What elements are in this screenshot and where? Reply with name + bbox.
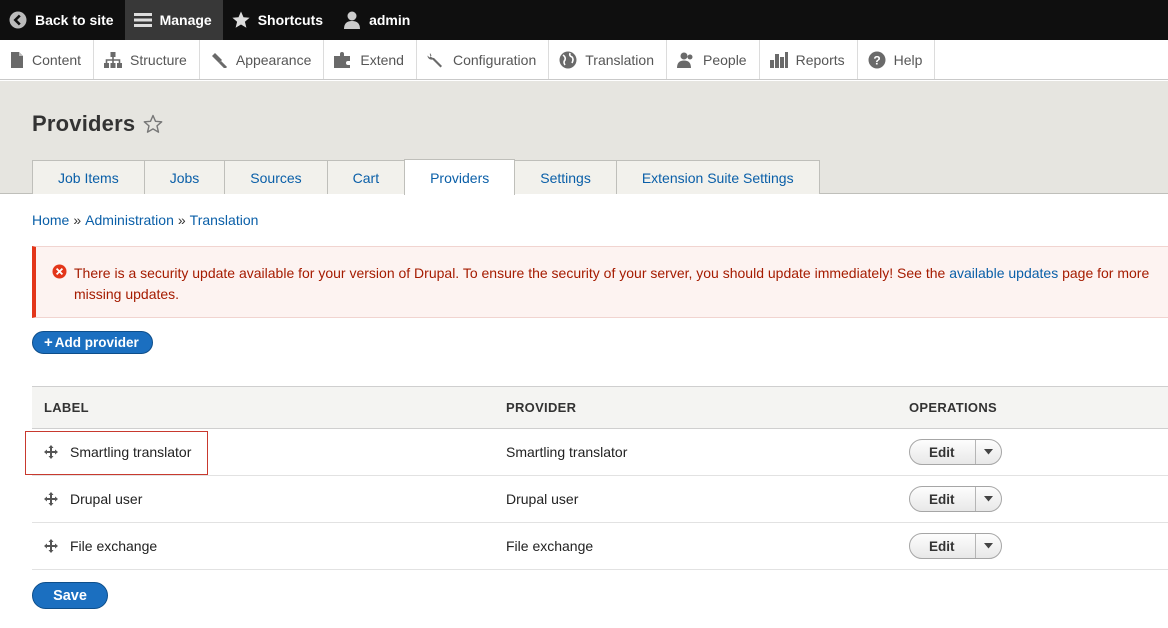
- plus-icon: +: [44, 334, 53, 351]
- operations-dropbutton: Edit: [909, 486, 1002, 512]
- tray-item-configuration[interactable]: Configuration: [417, 40, 550, 79]
- edit-button[interactable]: Edit: [910, 440, 976, 464]
- operations-toggle[interactable]: [976, 487, 1001, 511]
- tray-item-appearance[interactable]: Appearance: [200, 40, 325, 79]
- back-to-site-link[interactable]: Back to site: [0, 0, 125, 40]
- user-tab[interactable]: admin: [334, 0, 421, 40]
- admin-toolbar: Back to site Manage Shortcuts admin: [0, 0, 1168, 40]
- tray-label-extend: Extend: [360, 51, 404, 68]
- sitemap-icon: [104, 51, 123, 68]
- shortcuts-label: Shortcuts: [257, 12, 324, 28]
- breadcrumb-separator: »: [177, 212, 186, 228]
- tab-job-items[interactable]: Job Items: [32, 160, 145, 194]
- tab-cart[interactable]: Cart: [326, 160, 406, 194]
- shortcut-star-icon[interactable]: [143, 114, 163, 134]
- breadcrumb-separator: »: [73, 212, 82, 228]
- drag-handle-icon[interactable]: [44, 445, 58, 459]
- row-label: File exchange: [70, 538, 158, 554]
- add-provider-label: Add provider: [54, 335, 139, 350]
- page-header: Providers Job Items Jobs Sources Cart Pr…: [0, 81, 1168, 195]
- add-provider-button[interactable]: + Add provider: [32, 331, 153, 354]
- svg-text:?: ?: [873, 53, 880, 67]
- tray-label-translation: Translation: [585, 51, 654, 68]
- paintbrush-icon: [211, 52, 227, 68]
- tray-item-extend[interactable]: Extend: [324, 40, 417, 79]
- back-arrow-circle-icon: [9, 11, 27, 29]
- error-icon: [52, 264, 67, 279]
- available-updates-link[interactable]: available updates: [949, 265, 1058, 281]
- globe-icon: [559, 51, 577, 68]
- message-text: There is a security update available for…: [74, 263, 1168, 305]
- primary-tabs: Job Items Jobs Sources Cart Providers Se…: [32, 159, 820, 195]
- message-line-2: missing updates.: [74, 286, 180, 302]
- bar-chart-icon: [769, 51, 788, 68]
- table-row: Smartling translator Smartling translato…: [32, 429, 1168, 476]
- user-label: admin: [369, 12, 411, 28]
- shortcuts-tab[interactable]: Shortcuts: [223, 0, 334, 40]
- operations-toggle[interactable]: [976, 534, 1001, 558]
- caret-down-icon: [983, 449, 993, 455]
- tab-extension-suite-settings[interactable]: Extension Suite Settings: [615, 160, 820, 194]
- operations-dropbutton: Edit: [909, 533, 1002, 559]
- tab-settings[interactable]: Settings: [514, 160, 617, 194]
- tray-item-help[interactable]: ? Help: [858, 40, 936, 79]
- header-operations: OPERATIONS: [909, 400, 997, 415]
- row-provider: Drupal user: [506, 491, 579, 507]
- message-text-before: There is a security update available for…: [74, 265, 950, 281]
- row-label: Drupal user: [70, 491, 143, 507]
- header-provider: PROVIDER: [506, 400, 577, 415]
- tray-label-configuration: Configuration: [452, 51, 537, 68]
- edit-button[interactable]: Edit: [910, 487, 976, 511]
- row-provider: Smartling translator: [506, 444, 628, 460]
- tab-providers[interactable]: Providers: [404, 159, 516, 195]
- row-provider: File exchange: [506, 538, 594, 554]
- tray-label-people: People: [703, 51, 747, 68]
- caret-down-icon: [983, 543, 993, 549]
- drag-handle-icon[interactable]: [44, 539, 58, 553]
- breadcrumb-home[interactable]: Home: [32, 212, 69, 228]
- people-icon: [677, 52, 693, 68]
- tray-item-structure[interactable]: Structure: [94, 40, 200, 79]
- back-to-site-label: Back to site: [35, 12, 114, 28]
- help-icon: ?: [868, 51, 886, 68]
- tray-label-appearance: Appearance: [235, 51, 312, 68]
- admin-tray: Content Structure Appearance Extend Conf…: [0, 40, 1168, 80]
- tab-sources[interactable]: Sources: [224, 160, 328, 194]
- message-text-after: page for more: [1058, 265, 1150, 281]
- drag-handle-icon[interactable]: [44, 492, 58, 506]
- breadcrumb-administration[interactable]: Administration: [85, 212, 174, 228]
- tray-label-structure: Structure: [130, 51, 187, 68]
- tray-label-reports: Reports: [795, 51, 845, 68]
- breadcrumb: Home» Administration» Translation: [32, 212, 258, 228]
- page-title: Providers: [32, 111, 136, 136]
- puzzle-icon: [334, 51, 351, 68]
- tray-label-help: Help: [893, 51, 923, 68]
- operations-dropbutton: Edit: [909, 439, 1002, 465]
- table-header-row: LABEL PROVIDER OPERATIONS: [32, 386, 1168, 429]
- table-row: Drupal user Drupal user Edit: [32, 476, 1168, 523]
- tab-jobs[interactable]: Jobs: [143, 160, 226, 194]
- hamburger-menu-icon: [133, 13, 152, 27]
- header-label: LABEL: [44, 400, 89, 415]
- save-button[interactable]: Save: [32, 582, 108, 609]
- wrench-icon: [427, 52, 442, 67]
- table-row: File exchange File exchange Edit: [32, 523, 1168, 570]
- providers-table: LABEL PROVIDER OPERATIONS Smartling tran…: [32, 386, 1168, 570]
- tray-label-content: Content: [32, 51, 82, 68]
- security-update-message: There is a security update available for…: [32, 246, 1168, 318]
- tray-item-content[interactable]: Content: [0, 40, 95, 79]
- manage-tab[interactable]: Manage: [124, 0, 223, 40]
- row-label: Smartling translator: [70, 444, 192, 460]
- edit-button[interactable]: Edit: [910, 534, 976, 558]
- tray-item-translation[interactable]: Translation: [549, 40, 667, 79]
- operations-toggle[interactable]: [976, 440, 1001, 464]
- breadcrumb-translation[interactable]: Translation: [190, 212, 259, 228]
- user-icon: [344, 11, 361, 29]
- caret-down-icon: [983, 496, 993, 502]
- tray-item-people[interactable]: People: [667, 40, 760, 79]
- manage-label: Manage: [159, 12, 212, 28]
- tray-item-reports[interactable]: Reports: [760, 40, 858, 79]
- file-icon: [11, 51, 23, 68]
- star-icon: [232, 11, 250, 28]
